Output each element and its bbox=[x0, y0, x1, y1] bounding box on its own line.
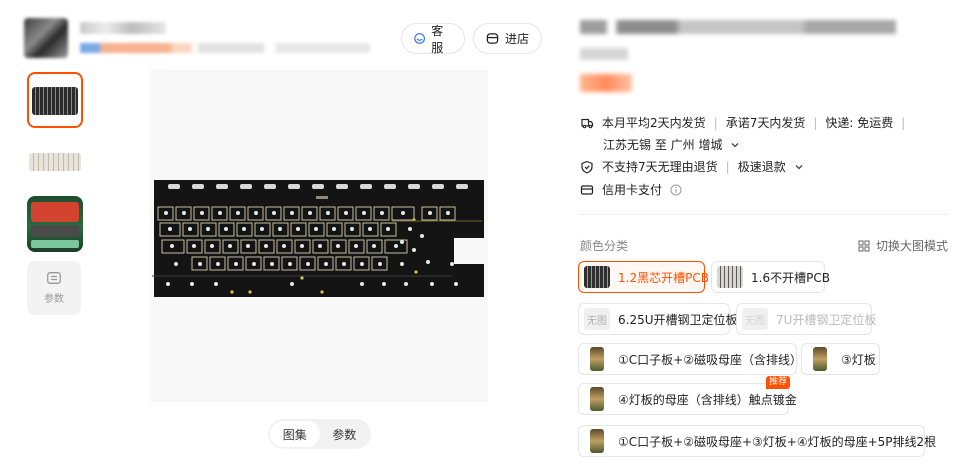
sku-thumbnail bbox=[813, 347, 827, 371]
shop-name-blurred[interactable] bbox=[80, 22, 166, 34]
shop-tags-blurred bbox=[80, 43, 370, 53]
sku-no-image: 无图 bbox=[584, 308, 610, 330]
shipping-fee-text: 快递: 免运费 bbox=[825, 116, 894, 130]
credit-card-icon bbox=[580, 184, 594, 195]
sku-thumbnail bbox=[584, 266, 610, 288]
switch-view-label: 切换大图模式 bbox=[875, 239, 948, 253]
sku-option-label: ①C口子板+②磁吸母座+③灯板+④灯板的母座+5P排线2根 bbox=[618, 434, 937, 449]
sku-option[interactable]: ③灯板 bbox=[801, 343, 880, 375]
return-policy-text: 不支持7天无理由退货 bbox=[602, 160, 718, 174]
thumbnail-promo-text bbox=[31, 240, 79, 248]
shield-icon bbox=[581, 160, 593, 173]
thumbnail-keyboard-image bbox=[31, 225, 79, 237]
sku-thumbnail bbox=[717, 266, 743, 288]
sku-thumbnail bbox=[590, 429, 604, 453]
sku-no-image: 无图 bbox=[742, 308, 768, 330]
params-icon bbox=[47, 271, 61, 284]
payment-text: 信用卡支付 bbox=[602, 183, 663, 197]
params-thumbnail-label: 参数 bbox=[44, 293, 64, 305]
shipping-row: 本月平均2天内发货 | 承诺7天内发货 | 快递: 免运费 | bbox=[580, 114, 905, 131]
product-title-line2-blurred bbox=[580, 48, 628, 60]
switch-large-image-mode[interactable]: 切换大图模式 bbox=[858, 237, 948, 254]
sku-option[interactable]: 无图 6.25U开槽钢卫定位板 bbox=[578, 303, 738, 335]
product-title-blurred bbox=[580, 20, 896, 34]
shop-avatar[interactable] bbox=[24, 18, 68, 58]
sku-option-label: 7U开槽钢卫定位板 bbox=[776, 312, 877, 327]
thumbnail-1[interactable] bbox=[27, 72, 83, 128]
shipping-route[interactable]: 江苏无锡 至 广州 增城 bbox=[603, 136, 740, 153]
shipping-promise-text: 承诺7天内发货 bbox=[725, 116, 806, 130]
sku-option[interactable]: 1.2黑芯开槽PCB bbox=[578, 261, 709, 293]
price-blurred bbox=[580, 74, 632, 92]
sku-option[interactable]: ①C口子板+②磁吸母座（含排线） bbox=[578, 343, 802, 375]
sku-option-label: 1.2黑芯开槽PCB bbox=[618, 270, 709, 285]
thumbnail-3[interactable] bbox=[27, 196, 83, 252]
sku-thumbnail bbox=[590, 387, 604, 411]
fast-refund-link[interactable]: 极速退款 bbox=[738, 158, 786, 175]
sku-option-label: 6.25U开槽钢卫定位板 bbox=[618, 312, 738, 327]
thumbnail-keyboard-image bbox=[29, 153, 81, 171]
enter-store-label: 进店 bbox=[505, 32, 530, 46]
info-icon[interactable] bbox=[670, 184, 682, 196]
thumbnail-params[interactable]: 参数 bbox=[27, 261, 81, 315]
thumbnail-keyboard-image bbox=[32, 87, 78, 115]
grid-icon bbox=[858, 240, 870, 251]
customer-service-label: 客服 bbox=[431, 23, 444, 55]
shipping-route-text: 江苏无锡 至 广州 增城 bbox=[603, 138, 723, 152]
pcb-keyboard-image bbox=[152, 180, 484, 297]
chevron-down-icon bbox=[731, 142, 739, 147]
sku-option-label: 1.6不开槽PCB bbox=[751, 270, 830, 285]
customer-service-button[interactable]: 客服 bbox=[401, 23, 465, 55]
sku-option[interactable]: 1.6不开槽PCB bbox=[711, 261, 830, 293]
payment-row: 信用卡支付 bbox=[580, 181, 682, 198]
chevron-down-icon bbox=[795, 164, 803, 169]
thumbnail-2[interactable] bbox=[27, 134, 83, 190]
sku-option[interactable]: ①C口子板+②磁吸母座+③灯板+④灯板的母座+5P排线2根 bbox=[578, 425, 936, 457]
tab-gallery[interactable]: 图集 bbox=[270, 421, 320, 447]
thumbnail-promo-banner bbox=[31, 202, 79, 222]
section-divider bbox=[578, 214, 948, 215]
sku-option-label: ①C口子板+②磁吸母座（含排线） bbox=[618, 352, 802, 367]
gallery-view-toggle: 图集 参数 bbox=[268, 419, 371, 449]
enter-store-button[interactable]: 进店 bbox=[473, 23, 542, 54]
shipping-speed-text: 本月平均2天内发货 bbox=[602, 116, 706, 130]
sku-option[interactable]: ④灯板的母座（含排线）触点镀金 推荐 bbox=[578, 376, 797, 415]
sku-option-label: ③灯板 bbox=[841, 352, 876, 367]
truck-icon bbox=[581, 118, 594, 128]
store-icon bbox=[486, 33, 499, 44]
service-icon bbox=[414, 33, 425, 44]
recommend-badge: 推荐 bbox=[765, 376, 790, 389]
sku-option-label: ④灯板的母座（含排线）触点镀金 bbox=[618, 392, 797, 407]
sku-label: 颜色分类 bbox=[580, 239, 629, 253]
sku-thumbnail bbox=[590, 347, 604, 371]
tab-params[interactable]: 参数 bbox=[320, 421, 370, 447]
sku-option-disabled: 无图 7U开槽钢卫定位板 bbox=[736, 303, 876, 335]
return-policy-row: 不支持7天无理由退货 | 极速退款 bbox=[580, 158, 804, 175]
